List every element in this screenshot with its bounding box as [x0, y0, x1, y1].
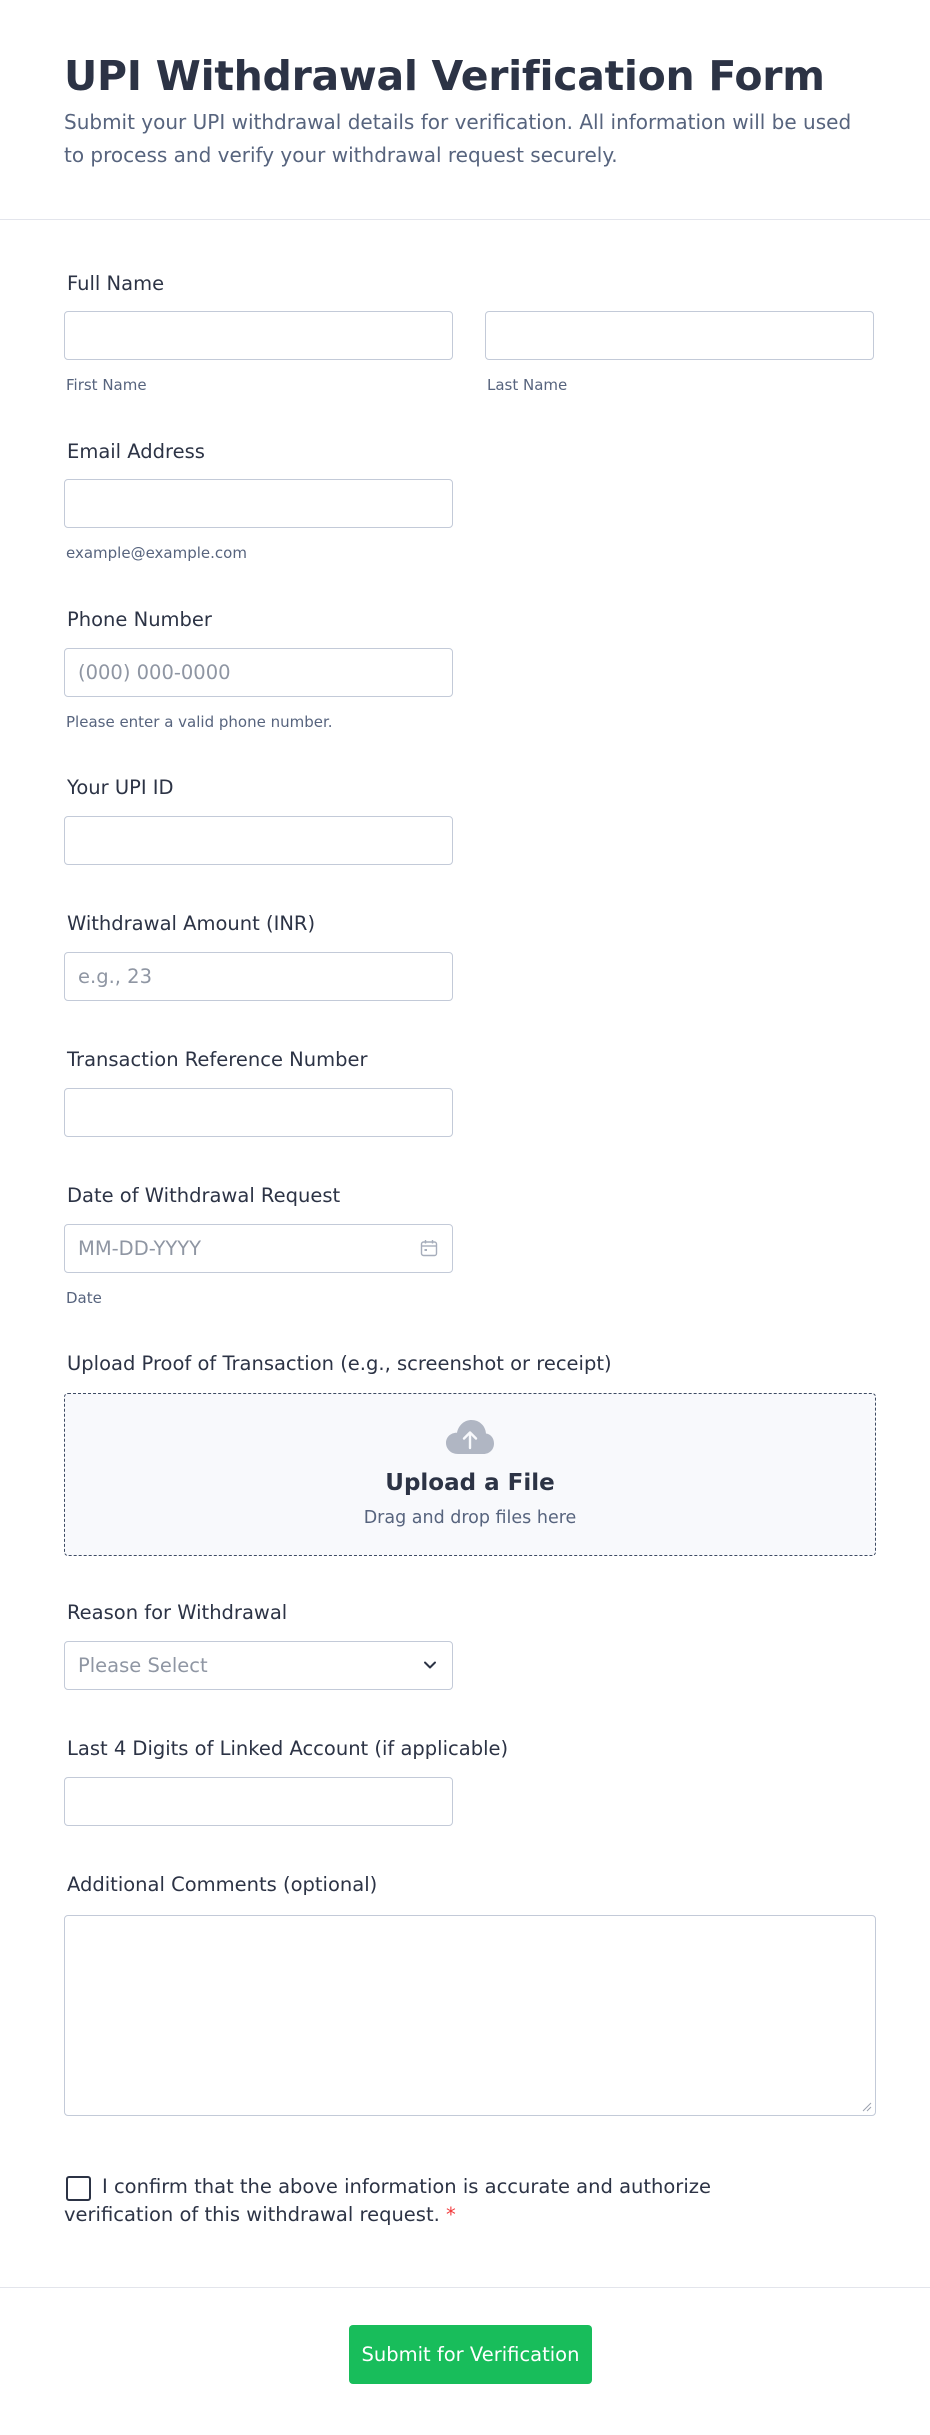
date-placeholder: MM-DD-YYYY: [78, 1237, 202, 1260]
comments-textarea[interactable]: [64, 1915, 876, 2116]
email-label: Email Address: [67, 440, 205, 463]
date-input[interactable]: MM-DD-YYYY: [64, 1224, 453, 1273]
upload-title: Upload a File: [385, 1470, 555, 1496]
phone-placeholder: (000) 000-0000: [78, 661, 231, 684]
last4-label: Last 4 Digits of Linked Account (if appl…: [67, 1737, 509, 1760]
email-sublabel: example@example.com: [66, 544, 247, 562]
last-name-sublabel: Last Name: [487, 376, 568, 394]
required-mark: *: [446, 2203, 456, 2226]
upload-label: Upload Proof of Transaction (e.g., scree…: [67, 1352, 612, 1375]
date-sublabel: Date: [66, 1289, 102, 1307]
amount-input[interactable]: e.g., 23: [64, 952, 453, 1001]
consent-text: I confirm that the above information is …: [64, 2175, 711, 2226]
amount-label: Withdrawal Amount (INR): [67, 912, 316, 935]
submit-button[interactable]: Submit for Verification: [349, 2325, 592, 2384]
full-name-label: Full Name: [67, 272, 165, 295]
comments-label: Additional Comments (optional): [67, 1873, 378, 1896]
upload-dropzone[interactable]: Upload a File Drag and drop files here: [64, 1393, 876, 1556]
first-name-input[interactable]: [64, 311, 453, 360]
date-label: Date of Withdrawal Request: [67, 1184, 341, 1207]
upi-id-label: Your UPI ID: [67, 776, 174, 799]
last-name-input[interactable]: [485, 311, 874, 360]
form-header: UPI Withdrawal Verification Form Submit …: [0, 0, 930, 220]
consent-label: I confirm that the above information is …: [64, 2173, 764, 2229]
reason-label: Reason for Withdrawal: [67, 1601, 288, 1624]
reason-selected-value: Please Select: [78, 1654, 208, 1677]
last4-input[interactable]: [64, 1777, 453, 1826]
upi-id-input[interactable]: [64, 816, 453, 865]
page-subtitle: Submit your UPI withdrawal details for v…: [64, 110, 852, 167]
reference-label: Transaction Reference Number: [67, 1048, 368, 1071]
calendar-icon[interactable]: [420, 1239, 438, 1257]
amount-placeholder: e.g., 23: [78, 965, 152, 988]
first-name-sublabel: First Name: [66, 376, 147, 394]
reference-input[interactable]: [64, 1088, 453, 1137]
email-field[interactable]: [64, 479, 453, 528]
page-title: UPI Withdrawal Verification Form: [64, 52, 825, 100]
resize-handle-icon[interactable]: [862, 2102, 872, 2112]
upload-subtitle: Drag and drop files here: [363, 1508, 577, 1528]
chevron-down-icon: [424, 1661, 436, 1669]
phone-label: Phone Number: [67, 608, 212, 631]
reason-select[interactable]: Please Select: [64, 1641, 453, 1690]
phone-input[interactable]: (000) 000-0000: [64, 648, 453, 697]
cloud-upload-icon: [446, 1420, 494, 1454]
phone-sublabel: Please enter a valid phone number.: [66, 713, 333, 731]
